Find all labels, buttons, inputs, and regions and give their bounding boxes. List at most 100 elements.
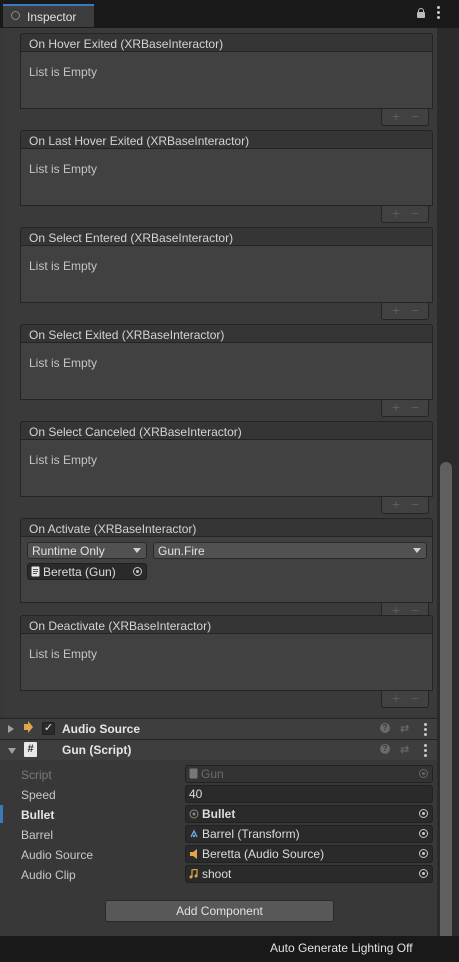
speed-value: 40 (189, 787, 203, 801)
barrel-label: Barrel (21, 828, 54, 842)
target-object-value: Beretta (Gun) (43, 565, 116, 579)
script-field: Gun (185, 765, 433, 783)
vertical-scrollbar[interactable] (437, 28, 459, 944)
event-header[interactable]: On Last Hover Exited (XRBaseInteractor) (20, 130, 433, 149)
add-item-button[interactable]: + (392, 302, 400, 318)
remove-item-button[interactable]: − (411, 496, 419, 512)
list-controls: + − (381, 496, 429, 514)
event-on-select-entered: On Select Entered (XRBaseInteractor) Lis… (20, 227, 433, 321)
remove-item-button[interactable]: − (411, 108, 419, 124)
chevron-down-icon (413, 548, 421, 553)
add-item-button[interactable]: + (392, 205, 400, 221)
event-header[interactable]: On Select Exited (XRBaseInteractor) (20, 324, 433, 343)
component-enabled-checkbox[interactable]: ✓ (42, 722, 55, 735)
script-icon: # (24, 742, 37, 757)
remove-item-button[interactable]: − (411, 690, 419, 706)
barrel-field[interactable]: Barrel (Transform) (185, 825, 433, 843)
tab-label: Inspector (27, 10, 77, 24)
empty-list-text: List is Empty (29, 65, 98, 79)
help-icon[interactable]: ? (380, 723, 390, 733)
more-options-icon[interactable] (437, 6, 441, 20)
event-list-body: Runtime Only Gun.Fire Beretta (Gun) (20, 537, 433, 603)
event-on-activate: On Activate (XRBaseInteractor) Runtime O… (20, 518, 433, 621)
bullet-value: Bullet (202, 807, 236, 821)
event-on-select-exited: On Select Exited (XRBaseInteractor) List… (20, 324, 433, 418)
audio-source-label: Audio Source (21, 848, 94, 862)
event-header[interactable]: On Activate (XRBaseInteractor) (20, 518, 433, 537)
audio-clip-field[interactable]: shoot (185, 865, 433, 883)
list-controls: + − (381, 690, 429, 708)
info-icon (11, 11, 20, 20)
function-dropdown[interactable]: Gun.Fire (153, 542, 427, 559)
event-list-body: List is Empty (20, 149, 433, 206)
inspector-content: On Hover Exited (XRBaseInteractor) List … (0, 28, 437, 936)
add-component-button[interactable]: Add Component (105, 900, 334, 922)
speed-input[interactable]: 40 (185, 785, 433, 803)
bullet-field[interactable]: Bullet (185, 805, 433, 823)
add-item-button[interactable]: + (392, 399, 400, 415)
component-title: Gun (Script) (62, 743, 132, 757)
prefab-icon (189, 809, 199, 819)
empty-list-text: List is Empty (29, 259, 98, 273)
target-object-field[interactable]: Beretta (Gun) (27, 563, 147, 580)
remove-item-button[interactable]: − (411, 205, 419, 221)
audio-clip-value: shoot (202, 867, 232, 881)
tab-bar: Inspector (0, 0, 459, 28)
list-controls: + − (381, 302, 429, 320)
event-on-last-hover-exited: On Last Hover Exited (XRBaseInteractor) … (20, 130, 433, 224)
event-header[interactable]: On Hover Exited (XRBaseInteractor) (20, 33, 433, 52)
audio-clip-label: Audio Clip (21, 868, 76, 882)
bullet-label: Bullet (21, 808, 55, 822)
object-picker-icon[interactable] (419, 869, 428, 878)
event-list-body: List is Empty (20, 343, 433, 400)
lighting-status[interactable]: Auto Generate Lighting Off (270, 941, 413, 955)
add-item-button[interactable]: + (392, 690, 400, 706)
event-list-body: List is Empty (20, 246, 433, 303)
list-controls: + − (381, 108, 429, 126)
event-on-hover-exited: On Hover Exited (XRBaseInteractor) List … (20, 33, 433, 127)
script-file-icon (31, 566, 40, 577)
tab-inspector[interactable]: Inspector (3, 4, 94, 27)
scrollbar-thumb[interactable] (440, 462, 452, 944)
runtime-dropdown[interactable]: Runtime Only (27, 542, 147, 559)
function-value: Gun.Fire (158, 544, 205, 558)
list-controls: + − (381, 205, 429, 223)
presets-icon[interactable]: ⇄ (400, 722, 409, 735)
event-list-body: List is Empty (20, 440, 433, 497)
help-icon[interactable]: ? (380, 744, 390, 754)
audio-source-field[interactable]: Beretta (Audio Source) (185, 845, 433, 863)
runtime-value: Runtime Only (32, 544, 105, 558)
add-item-button[interactable]: + (392, 108, 400, 124)
add-item-button[interactable]: + (392, 496, 400, 512)
lock-icon[interactable] (417, 8, 425, 18)
object-picker-icon[interactable] (419, 829, 428, 838)
empty-list-text: List is Empty (29, 647, 98, 661)
script-file-icon (189, 768, 198, 779)
modified-indicator (0, 805, 3, 823)
object-picker-icon[interactable] (133, 567, 142, 576)
expand-arrow-icon[interactable] (8, 725, 14, 733)
event-list-body: List is Empty (20, 634, 433, 691)
presets-icon[interactable]: ⇄ (400, 743, 409, 756)
event-list-body: List is Empty (20, 52, 433, 109)
transform-icon (190, 829, 198, 838)
audio-source-value: Beretta (Audio Source) (202, 847, 325, 861)
component-menu-icon[interactable] (424, 723, 427, 738)
status-bar: Auto Generate Lighting Off (0, 936, 459, 962)
event-header[interactable]: On Select Canceled (XRBaseInteractor) (20, 421, 433, 440)
collapse-arrow-icon[interactable] (8, 748, 16, 754)
audio-source-header[interactable]: ✓ Audio Source ? ⇄ (0, 718, 437, 739)
object-picker-icon[interactable] (419, 809, 428, 818)
gun-script-header[interactable]: # Gun (Script) ? ⇄ (0, 739, 437, 760)
script-label: Script (21, 768, 52, 782)
object-picker-icon (419, 769, 428, 778)
remove-item-button[interactable]: − (411, 302, 419, 318)
component-menu-icon[interactable] (424, 744, 427, 759)
remove-item-button[interactable]: − (411, 399, 419, 415)
chevron-down-icon (133, 548, 141, 553)
event-header[interactable]: On Deactivate (XRBaseInteractor) (20, 615, 433, 634)
event-header[interactable]: On Select Entered (XRBaseInteractor) (20, 227, 433, 246)
component-title: Audio Source (62, 722, 141, 736)
object-picker-icon[interactable] (419, 849, 428, 858)
list-controls: + − (381, 399, 429, 417)
